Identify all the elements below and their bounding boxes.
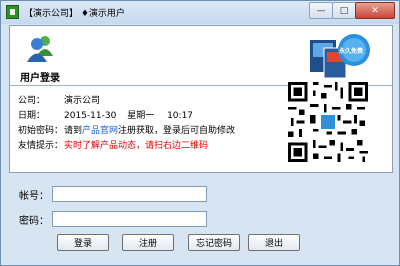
- initial-password-label: 初始密码：: [18, 126, 64, 136]
- date-text: 2015-11-30: [64, 111, 117, 121]
- close-button[interactable]: ✕: [355, 2, 395, 19]
- tip-label: 友情提示：: [18, 141, 64, 151]
- password-row: 初始密码： 请到产品官网注册获取，登录后可自助修改: [18, 124, 288, 139]
- qr-code: [288, 82, 368, 162]
- login-window: 【演示公司】 ♦演示用户 — □ ✕ 用户登录 永久免费 公司： 演示公司 日期…: [0, 0, 400, 266]
- login-panel: 用户登录 永久免费 公司： 演示公司 日期： 2015-11-30 星期一 10…: [9, 25, 393, 173]
- info-section: 公司： 演示公司 日期： 2015-11-30 星期一 10:17 初始密码： …: [18, 94, 288, 154]
- password-suffix: 注册获取，登录后可自助修改: [118, 126, 236, 136]
- app-icon: [6, 5, 19, 19]
- minimize-button[interactable]: —: [309, 2, 333, 19]
- panel-header: 用户登录 永久免费: [10, 26, 392, 84]
- company-label: 公司：: [18, 96, 46, 106]
- account-input[interactable]: [52, 186, 207, 202]
- initial-password-text: 请到产品官网注册获取，登录后可自助修改: [64, 124, 235, 139]
- password-prefix: 请到: [64, 126, 83, 136]
- company-row: 公司： 演示公司: [18, 94, 288, 109]
- user-login-label: 用户登录: [20, 73, 60, 84]
- account-label: 帐号：: [19, 191, 49, 202]
- weekday-text: 星期一: [127, 111, 155, 121]
- time-text: 10:17: [167, 111, 194, 121]
- date-row: 日期： 2015-11-30 星期一 10:17: [18, 109, 288, 124]
- window-title: 【演示公司】 ♦演示用户: [24, 9, 125, 19]
- maximize-button[interactable]: □: [332, 2, 356, 19]
- window-controls: — □ ✕: [309, 2, 395, 19]
- company-value: 演示公司: [64, 96, 101, 106]
- register-button[interactable]: 注册: [122, 234, 174, 251]
- password-label: 密码：: [19, 216, 49, 227]
- official-site-link[interactable]: 产品官网: [82, 126, 118, 136]
- tip-row: 友情提示： 实时了解产品动态，请扫右边二维码: [18, 139, 288, 154]
- exit-button[interactable]: 退出: [248, 234, 300, 251]
- free-promo-graphic: [310, 34, 370, 79]
- login-button[interactable]: 登录: [57, 234, 109, 251]
- forgot-password-button[interactable]: 忘记密码: [188, 234, 240, 251]
- password-input[interactable]: [52, 211, 207, 227]
- date-value: 2015-11-30 星期一 10:17: [64, 109, 193, 124]
- user-group-icon: [27, 36, 53, 62]
- promo-badge-text: 永久免费: [339, 48, 364, 55]
- date-label: 日期：: [18, 111, 46, 121]
- tip-text: 实时了解产品动态，请扫右边二维码: [64, 141, 209, 151]
- title-bar[interactable]: 【演示公司】 ♦演示用户 — □ ✕: [1, 1, 399, 24]
